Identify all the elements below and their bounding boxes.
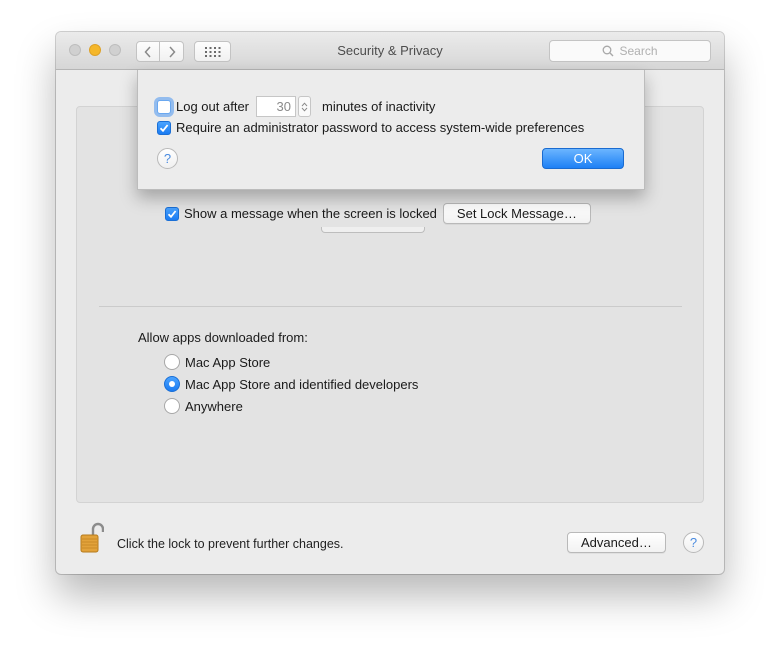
logout-minutes-control: 30: [256, 96, 311, 117]
advanced-sheet: Log out after 30 minutes of inactivity R…: [137, 70, 645, 190]
require-admin-label: Require an administrator password to acc…: [176, 120, 585, 135]
section-divider: [99, 306, 682, 307]
show-message-row: Show a message when the screen is locked…: [165, 203, 591, 224]
radio-identified-developers-button[interactable]: [164, 376, 180, 392]
radio-identified-developers[interactable]: Mac App Store and identified developers: [164, 376, 418, 392]
unlocked-padlock-icon[interactable]: [80, 522, 104, 554]
search-field[interactable]: Search: [549, 40, 711, 62]
advanced-button[interactable]: Advanced…: [567, 532, 666, 553]
lock-status-text: Click the lock to prevent further change…: [117, 537, 344, 551]
checkmark-icon: [159, 123, 169, 132]
set-lock-message-button[interactable]: Set Lock Message…: [442, 203, 591, 224]
require-admin-checkbox[interactable]: [157, 120, 171, 135]
allow-apps-label: Allow apps downloaded from:: [138, 330, 308, 345]
ok-button[interactable]: OK: [542, 148, 624, 169]
title-bar: Security & Privacy Search: [56, 32, 724, 70]
radio-anywhere[interactable]: Anywhere: [164, 398, 243, 414]
radio-mac-app-store-label: Mac App Store: [185, 354, 271, 370]
logout-minutes-stepper[interactable]: [298, 96, 311, 117]
logout-row: Log out after 30 minutes of inactivity: [157, 96, 435, 117]
radio-mac-app-store-button[interactable]: [164, 354, 180, 370]
help-question-glyph: ?: [163, 151, 172, 166]
obscured-popup-button: [321, 227, 425, 233]
checkmark-icon: [167, 209, 177, 218]
radio-anywhere-label: Anywhere: [185, 398, 243, 414]
minutes-label: minutes of inactivity: [322, 99, 436, 114]
search-placeholder: Search: [619, 44, 658, 58]
logout-minutes-field[interactable]: 30: [256, 96, 296, 117]
help-question-glyph: ?: [689, 535, 698, 550]
search-icon: [603, 45, 614, 57]
show-message-label: Show a message when the screen is locked: [184, 206, 437, 221]
show-message-checkbox[interactable]: [165, 206, 179, 221]
radio-identified-developers-label: Mac App Store and identified developers: [185, 376, 419, 392]
sheet-help-button[interactable]: ?: [157, 148, 178, 169]
radio-mac-app-store[interactable]: Mac App Store: [164, 354, 270, 370]
help-button[interactable]: ?: [683, 532, 704, 553]
chevron-down-icon: [301, 107, 308, 112]
logout-label: Log out after: [176, 99, 249, 114]
logout-checkbox[interactable]: [157, 99, 171, 114]
radio-anywhere-button[interactable]: [164, 398, 180, 414]
require-admin-row: Require an administrator password to acc…: [157, 120, 584, 135]
